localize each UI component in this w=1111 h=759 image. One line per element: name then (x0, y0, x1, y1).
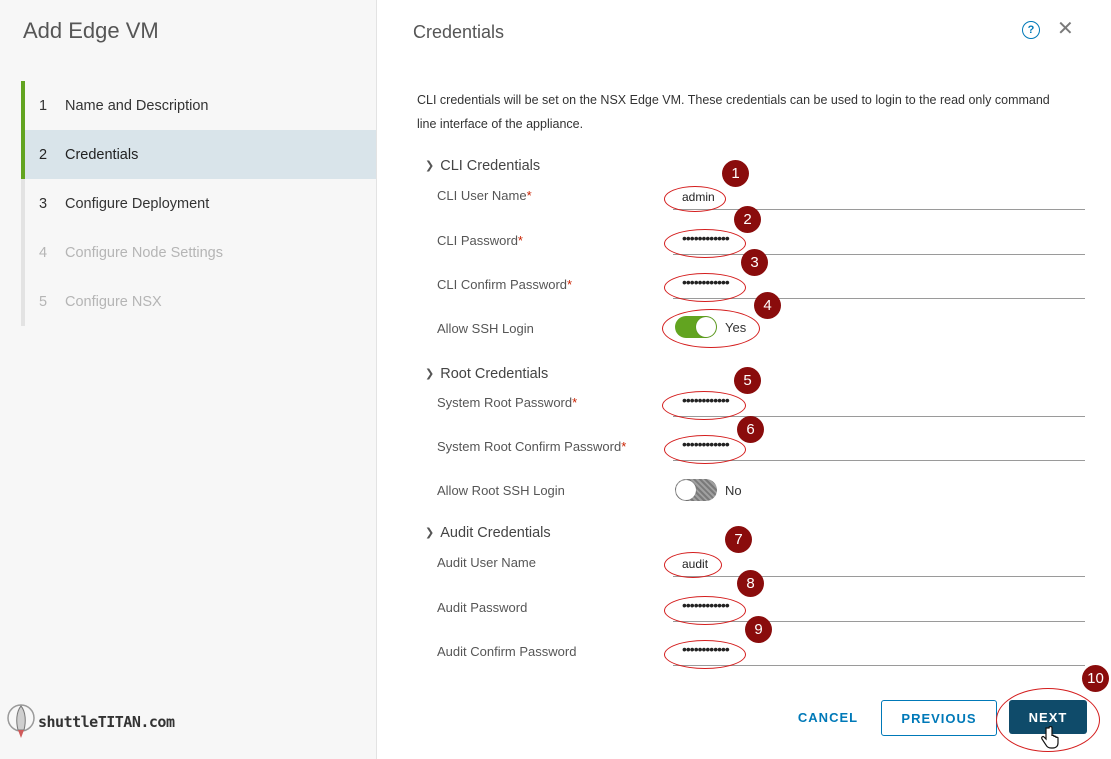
audit-password-label: Audit Password (437, 600, 528, 615)
required-mark: * (572, 395, 578, 410)
audit-user-name-label: Audit User Name (437, 555, 536, 570)
allow-ssh-login-label: Allow SSH Login (437, 321, 534, 336)
required-mark: * (621, 439, 627, 454)
step-label: Name and Description (65, 97, 209, 114)
watermark-logo: shuttleTITAN.com (6, 694, 206, 750)
annotation-ring (664, 435, 746, 464)
panel-title: Credentials (413, 22, 505, 42)
step-configure-nsx: 5 Configure NSX (21, 277, 376, 326)
help-icon[interactable]: ? (1022, 21, 1040, 39)
step-number: 2 (39, 146, 48, 163)
annotation-badge: 8 (737, 570, 764, 597)
step-credentials[interactable]: 2 Credentials (21, 130, 376, 179)
cli-user-name-label: CLI User Name* (437, 188, 532, 203)
annotation-badge: 9 (745, 616, 772, 643)
wizard-steps: 1 Name and Description 2 Credentials 3 C… (21, 81, 376, 326)
allow-root-ssh-login-toggle[interactable] (675, 479, 717, 501)
annotation-ring (664, 552, 722, 578)
allow-root-ssh-login-label: Allow Root SSH Login (437, 483, 565, 498)
annotation-ring (662, 391, 746, 420)
cli-password-label: CLI Password* (437, 233, 523, 248)
section-title: Audit Credentials (440, 525, 551, 541)
annotation-badge: 3 (741, 249, 768, 276)
annotation-badge: 1 (722, 160, 749, 187)
audit-user-name-input[interactable]: audit (673, 550, 1085, 577)
step-label: Configure NSX (65, 293, 162, 310)
step-label: Configure Deployment (65, 195, 210, 212)
toggle-knob (676, 480, 696, 500)
annotation-badge: 7 (725, 526, 752, 553)
annotation-ring (664, 186, 726, 212)
step-label: Configure Node Settings (65, 244, 223, 261)
audit-confirm-password-label: Audit Confirm Password (437, 644, 577, 659)
toggle-state-label: No (725, 483, 742, 498)
section-title: CLI Credentials (440, 158, 541, 174)
wizard-sidebar: Add Edge VM 1 Name and Description 2 Cre… (0, 0, 377, 759)
step-number: 4 (39, 244, 48, 261)
wizard-title: Add Edge VM (23, 18, 159, 43)
required-mark: * (517, 233, 523, 248)
annotation-badge: 5 (734, 367, 761, 394)
annotation-ring (664, 640, 746, 669)
step-number: 3 (39, 195, 48, 212)
section-title: Root Credentials (440, 366, 549, 382)
logo-text: shuttleTITAN.com (38, 713, 175, 731)
chevron-down-icon: ❯ (425, 368, 435, 380)
chevron-down-icon: ❯ (425, 527, 435, 539)
annotation-badge: 4 (754, 292, 781, 319)
cli-confirm-password-label: CLI Confirm Password* (437, 277, 573, 292)
step-name-and-description[interactable]: 1 Name and Description (21, 81, 376, 130)
section-audit-credentials[interactable]: ❯ Audit Credentials (425, 525, 551, 541)
panel-description: CLI credentials will be set on the NSX E… (417, 93, 1050, 131)
previous-button[interactable]: PREVIOUS (881, 700, 997, 736)
annotation-badge: 10 (1082, 665, 1109, 692)
step-configure-deployment[interactable]: 3 Configure Deployment (21, 179, 376, 228)
annotation-ring (664, 229, 746, 258)
section-root-credentials[interactable]: ❯ Root Credentials (425, 366, 548, 382)
step-label: Credentials (65, 146, 139, 163)
cancel-button[interactable]: CANCEL (783, 700, 873, 734)
step-number: 1 (39, 97, 48, 114)
hand-cursor-icon (1041, 726, 1059, 749)
credentials-panel: Credentials ? ✕ CLI credentials will be … (377, 0, 1111, 759)
step-configure-node-settings: 4 Configure Node Settings (21, 228, 376, 277)
step-number: 5 (39, 293, 48, 310)
required-mark: * (567, 277, 573, 292)
annotation-badge: 2 (734, 206, 761, 233)
annotation-ring (662, 309, 760, 348)
rocket-icon (7, 704, 35, 738)
close-icon[interactable]: ✕ (1057, 16, 1074, 41)
cli-user-name-input[interactable]: admin (673, 183, 1085, 210)
annotation-badge: 6 (737, 416, 764, 443)
section-cli-credentials[interactable]: ❯ CLI Credentials (425, 158, 540, 174)
required-mark: * (526, 188, 532, 203)
annotation-ring (664, 596, 746, 625)
annotation-ring (664, 273, 746, 302)
system-root-confirm-password-label: System Root Confirm Password* (437, 439, 627, 454)
system-root-password-label: System Root Password* (437, 395, 578, 410)
chevron-down-icon: ❯ (425, 160, 435, 172)
